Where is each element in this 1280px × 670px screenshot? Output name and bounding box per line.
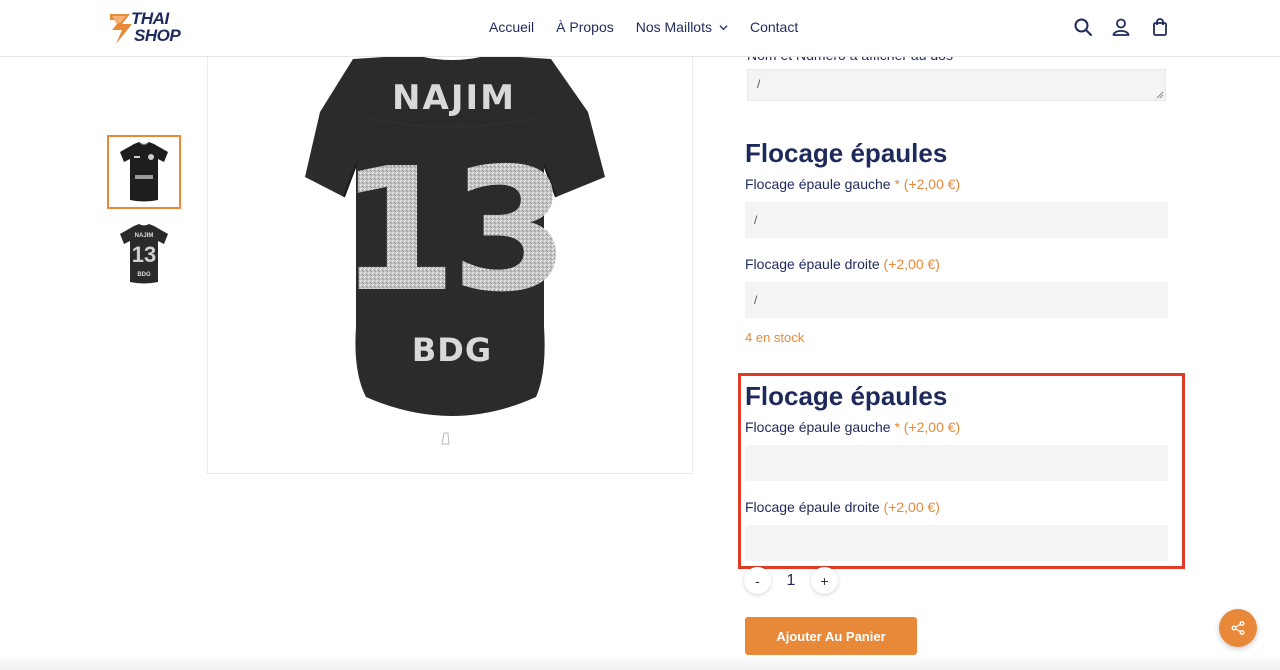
product-main-image[interactable]: NAJIM 13 BDG — [207, 57, 693, 474]
thumb-back-initials: BDG — [137, 272, 151, 278]
nav-nos-maillots-label: Nos Maillots — [635, 19, 712, 35]
quantity-value[interactable]: 1 — [783, 572, 799, 590]
logo-line-2: SHOP — [134, 26, 181, 45]
bag-icon[interactable] — [1150, 17, 1170, 37]
required-marker: * — [894, 176, 900, 192]
section-title-flocage-epaules: Flocage épaules — [745, 138, 948, 168]
right-shoulder-input[interactable] — [745, 282, 1168, 318]
stock-status: 4 en stock — [745, 330, 805, 345]
nav-a-propos-label: À Propos — [556, 19, 614, 35]
left-shoulder-label-text-2: Flocage épaule gauche — [745, 419, 891, 435]
required-marker-2: * — [894, 419, 900, 435]
logo-wordmark: THAI SHOP — [131, 9, 181, 45]
nav-nos-maillots[interactable]: Nos Maillots — [636, 19, 728, 35]
resize-grip-icon[interactable] — [1156, 91, 1164, 99]
right-shoulder-label-text: Flocage épaule droite — [745, 256, 880, 272]
right-shoulder-price-2: (+2,00 €) — [883, 499, 940, 515]
right-shoulder-label: Flocage épaule droite (+2,00 €) — [745, 256, 940, 272]
left-shoulder-input[interactable] — [745, 202, 1168, 238]
right-shoulder-price: (+2,00 €) — [883, 256, 940, 272]
nav-contact-label: Contact — [749, 19, 799, 35]
share-icon — [1231, 621, 1245, 635]
thumb-back-name: NAJIM — [135, 233, 154, 239]
left-shoulder-label-2: Flocage épaule gauche * (+2,00 €) — [745, 419, 960, 435]
quantity-increase-button[interactable]: + — [811, 567, 838, 594]
section-title-flocage-epaules-2: Flocage épaules — [745, 381, 948, 411]
main-nav: Accueil À Propos Nos Maillots Contact — [489, 19, 820, 35]
account-icon[interactable] — [1111, 17, 1131, 37]
thumbnail-back[interactable]: NAJIM 13 BDG — [107, 217, 181, 291]
quantity-decrease-button[interactable]: - — [744, 567, 771, 594]
add-to-cart-button[interactable]: Ajouter Au Panier — [745, 617, 917, 655]
nav-contact[interactable]: Contact — [750, 19, 798, 35]
chevron-down-icon — [719, 24, 728, 30]
jersey-back-image: NAJIM 13 BDG — [305, 57, 605, 445]
bottom-shade — [0, 655, 1280, 670]
jersey-number: 13 — [339, 132, 564, 330]
left-shoulder-label-text: Flocage épaule gauche — [745, 176, 891, 192]
logo-line-1: THAI — [131, 9, 169, 28]
left-shoulder-price-2: (+2,00 €) — [903, 419, 961, 435]
search-icon[interactable] — [1073, 17, 1093, 37]
nav-accueil[interactable]: Accueil — [489, 19, 534, 35]
share-button[interactable] — [1219, 609, 1257, 647]
right-shoulder-input-2[interactable] — [745, 525, 1168, 561]
back-name-number-field[interactable]: / — [747, 69, 1166, 101]
site-logo[interactable]: THAI SHOP — [108, 10, 204, 46]
nav-a-propos[interactable]: À Propos — [556, 19, 614, 35]
site-header: THAI SHOP Accueil À Propos Nos Maillots … — [0, 0, 1280, 57]
jersey-front-thumbnail — [120, 141, 168, 202]
jersey-name: NAJIM — [392, 78, 516, 118]
left-shoulder-price: (+2,00 €) — [903, 176, 961, 192]
left-shoulder-input-2[interactable] — [745, 445, 1168, 481]
thumbnail-front[interactable] — [107, 135, 181, 209]
jersey-initials: BDG — [412, 331, 492, 369]
right-shoulder-label-text-2: Flocage épaule droite — [745, 499, 880, 515]
thumb-back-number: 13 — [132, 242, 156, 267]
left-shoulder-label: Flocage épaule gauche * (+2,00 €) — [745, 176, 960, 192]
nav-accueil-label: Accueil — [489, 19, 535, 35]
right-shoulder-label-2: Flocage épaule droite (+2,00 €) — [745, 499, 940, 515]
jersey-back-thumbnail: NAJIM 13 BDG — [120, 224, 168, 284]
